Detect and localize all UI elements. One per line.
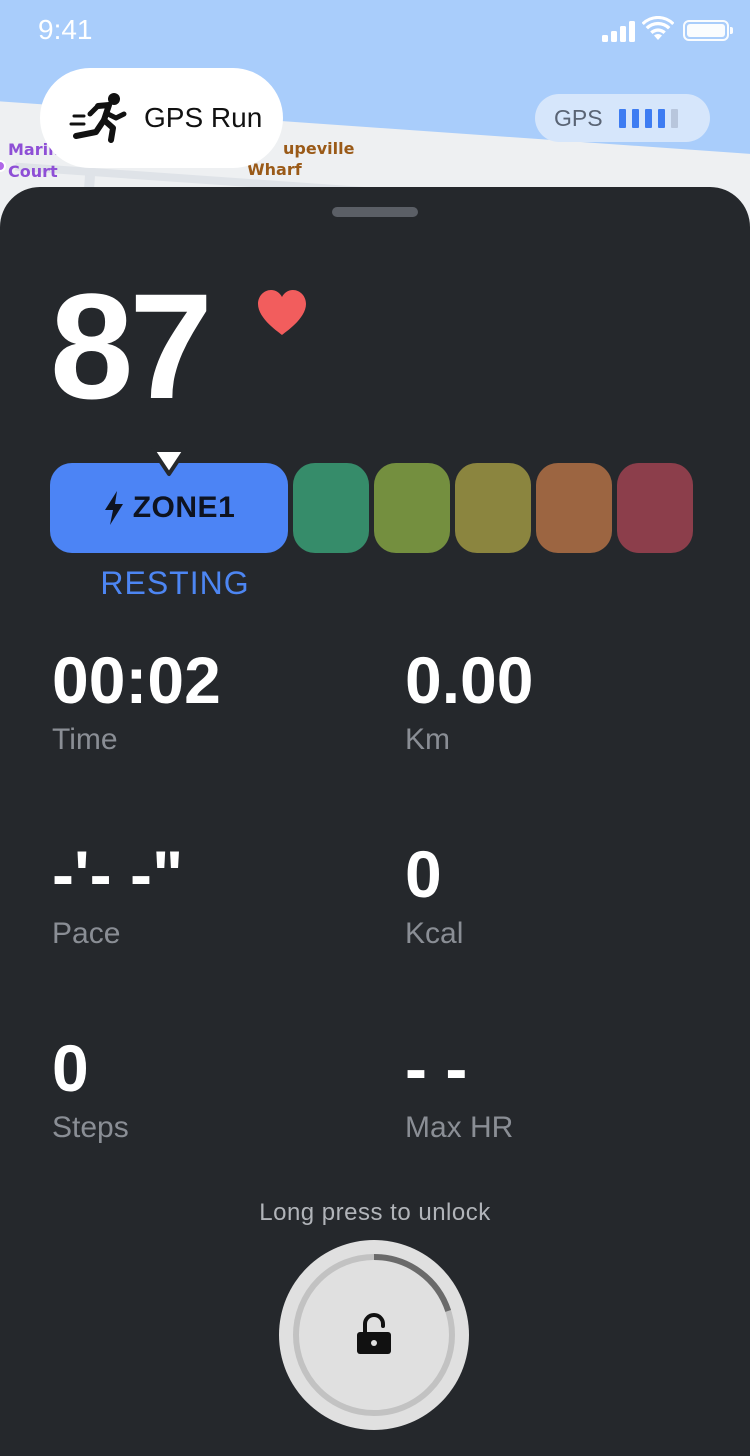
metric-label: Pace (52, 917, 121, 950)
metric-value: 0 (405, 837, 442, 911)
status-time: 9:41 (38, 14, 93, 45)
metric-label: Steps (52, 1111, 129, 1144)
workout-panel: 87 ZONE1 RESTING 00:02 Time 0.00 Km -'- … (0, 187, 750, 1456)
heart-rate-zone-bar: ZONE1 (50, 448, 700, 553)
metric-value: 0 (52, 1031, 89, 1105)
bolt-icon (104, 491, 123, 525)
metric-kcal: 0 Kcal (405, 839, 463, 951)
zone-status-label: RESTING (100, 565, 250, 601)
metric-value: 0.00 (405, 643, 534, 717)
gps-bar (657, 108, 665, 128)
gps-label: GPS (554, 104, 603, 131)
metric-pace: -'- -" Pace (52, 839, 183, 951)
zone-active-label: ZONE1 (132, 491, 236, 524)
metric-label: Max HR (405, 1111, 514, 1144)
zone-6-box (617, 463, 693, 553)
metric-distance: 0.00 Km (405, 645, 533, 757)
map-label: Wharf (247, 160, 302, 179)
gps-bar (618, 108, 626, 128)
workout-mode-pill[interactable]: GPS Run (40, 68, 283, 168)
metric-time: 00:02 Time (52, 645, 221, 757)
metric-max-hr: - - Max HR (405, 1033, 513, 1145)
metric-label: Kcal (405, 917, 464, 950)
drag-handle[interactable] (332, 207, 418, 217)
metric-steps: 0 Steps (52, 1033, 129, 1145)
zone-pointer-icon (151, 448, 187, 476)
workout-mode-label: GPS Run (144, 102, 263, 133)
battery-icon (683, 20, 733, 41)
unlock-hint: Long press to unlock (259, 1199, 491, 1226)
zone-5-box (536, 463, 612, 553)
cellular-signal-icon (602, 20, 636, 42)
zone-2-box (293, 463, 369, 553)
map-label: upeville (283, 139, 355, 158)
wifi-icon (642, 16, 674, 40)
gps-bar (670, 108, 678, 128)
heart-rate-value: 87 (50, 262, 213, 430)
gps-bar (644, 108, 652, 128)
gps-signal-bars (618, 108, 678, 128)
runner-icon (69, 93, 127, 143)
status-bar: 9:41 (0, 0, 750, 60)
heart-icon (258, 290, 306, 335)
zone-4-box (455, 463, 531, 553)
metric-label: Time (52, 723, 118, 756)
metric-value: 00:02 (52, 643, 221, 717)
map-label: Court (8, 162, 58, 181)
gps-bar (631, 108, 639, 128)
unlock-icon (357, 1313, 391, 1354)
zone-3-box (374, 463, 450, 553)
metric-value: - - (405, 1031, 468, 1105)
metric-label: Km (405, 723, 450, 756)
unlock-button[interactable] (279, 1240, 469, 1430)
gps-status-pill: GPS (535, 94, 710, 142)
metric-value: -'- -" (52, 837, 184, 911)
